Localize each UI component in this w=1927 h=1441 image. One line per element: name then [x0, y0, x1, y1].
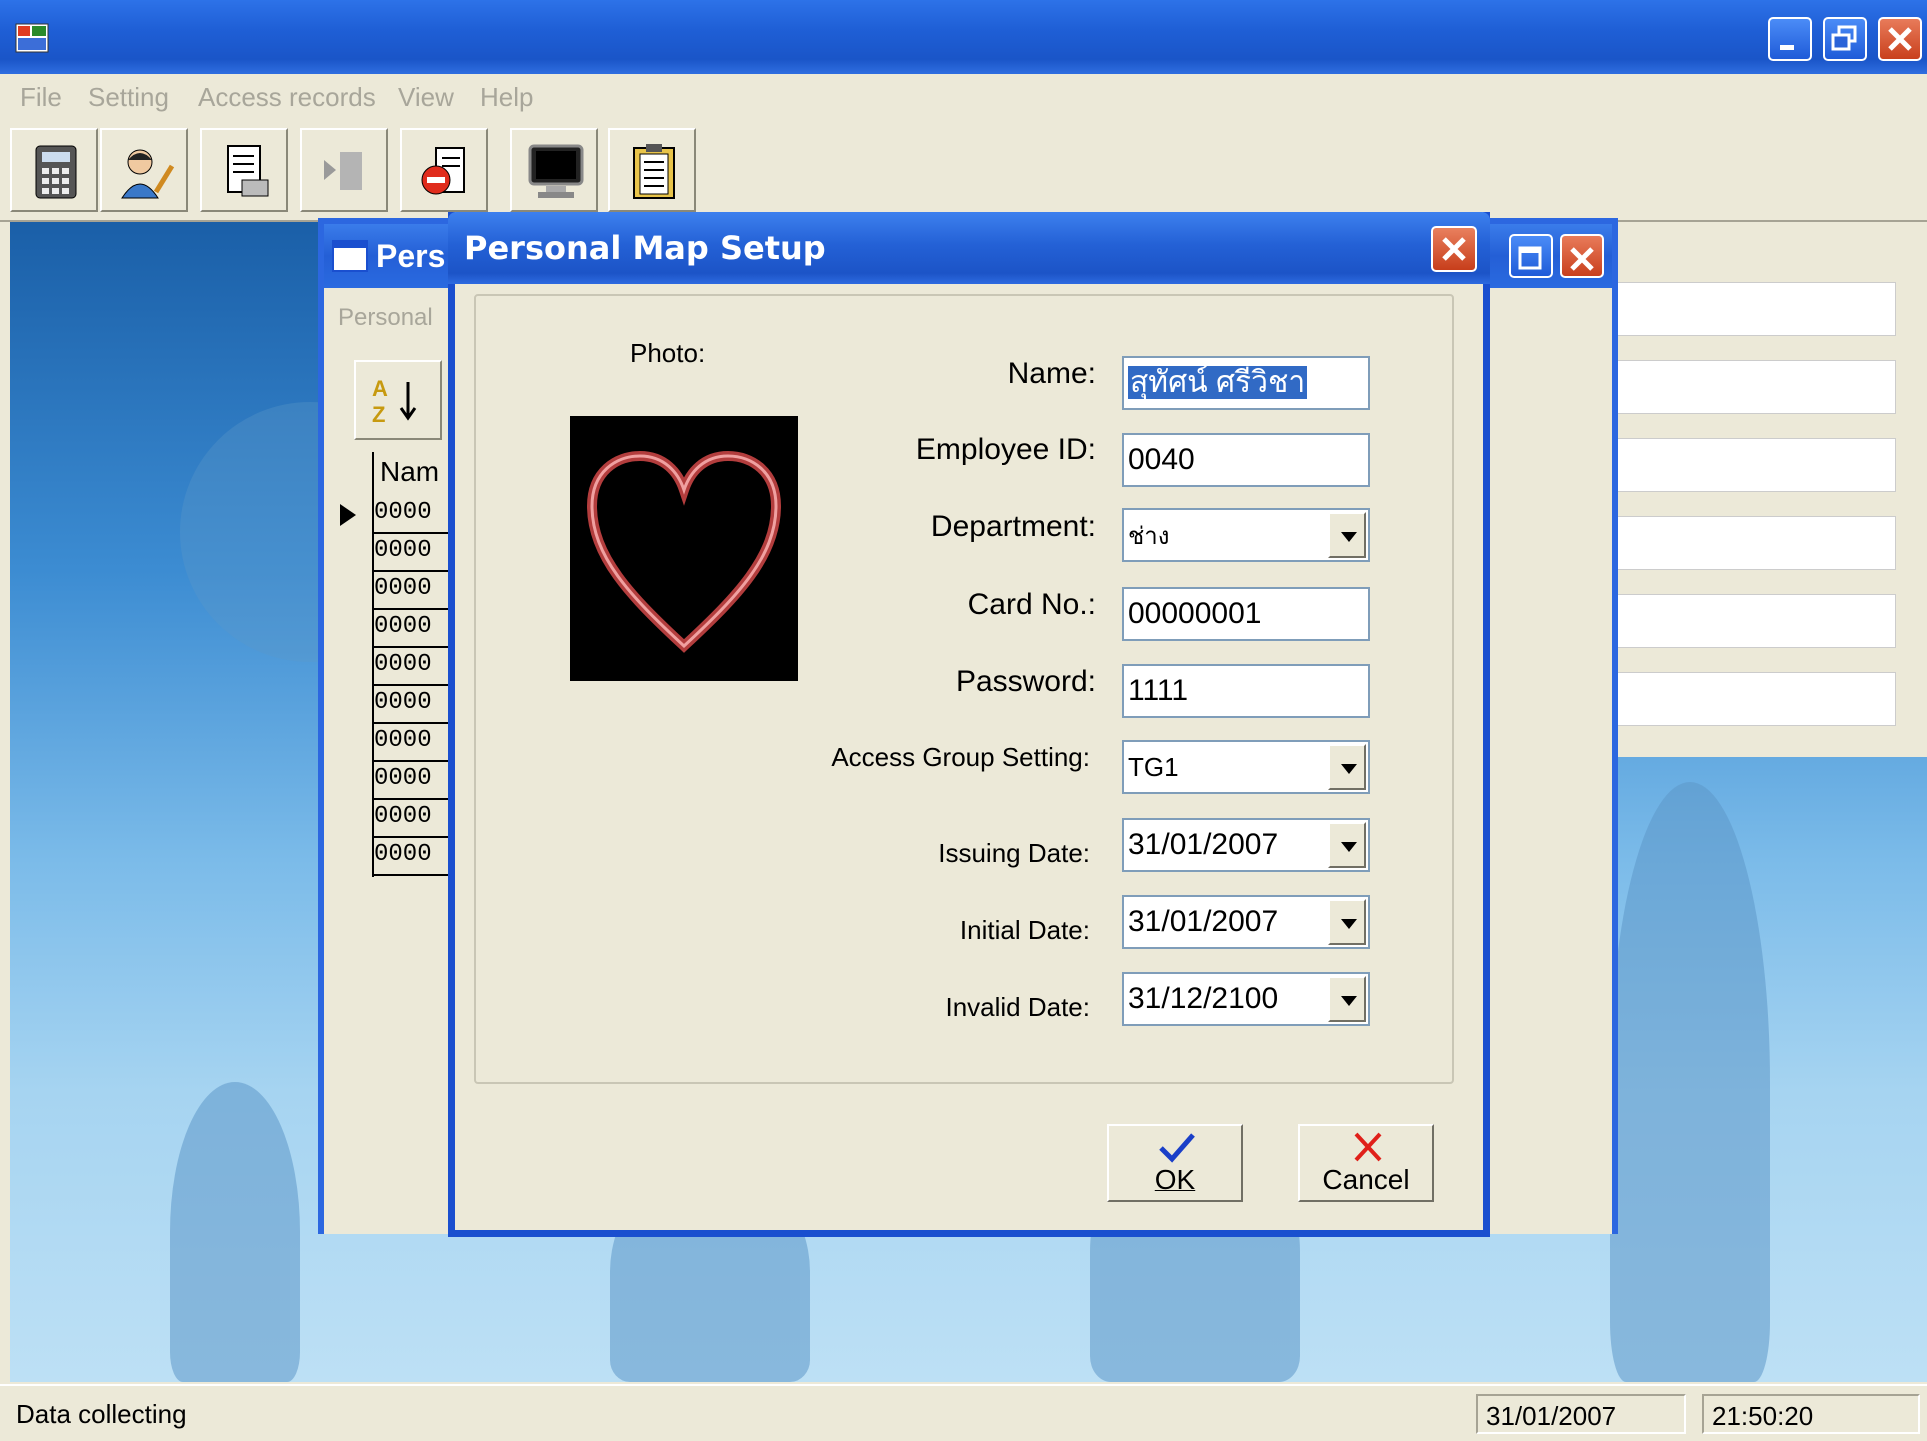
status-time: 21:50:20 — [1702, 1394, 1920, 1434]
name-field[interactable]: สุทัศน์ ศรีวิชา — [1122, 356, 1370, 410]
photo-label: Photo: — [630, 338, 706, 368]
grid-rows: 0000 0000 0000 0000 0000 0000 0000 0000 … — [374, 494, 494, 876]
toolbar-device-button[interactable] — [10, 128, 98, 212]
wallpaper-figure — [170, 1082, 300, 1382]
menu-bar: File Setting Access records View Help — [0, 74, 1927, 120]
close-icon — [1570, 247, 1594, 271]
toolbar-report-button[interactable] — [200, 128, 288, 212]
right-field[interactable] — [1614, 516, 1896, 570]
maximize-button[interactable] — [1509, 234, 1553, 278]
access-group-value: TG1 — [1128, 752, 1179, 782]
cancel-button[interactable]: Cancel — [1298, 1124, 1434, 1202]
personal-tab-label[interactable]: Personal — [338, 304, 433, 332]
invalid-date-picker[interactable]: 31/12/2100 — [1122, 972, 1370, 1026]
chevron-down-icon[interactable] — [1328, 976, 1366, 1022]
user-edit-icon — [121, 149, 175, 199]
employee-id-field[interactable]: 0040 — [1122, 433, 1370, 487]
password-field[interactable]: 1111 — [1122, 664, 1370, 718]
maximize-icon — [1518, 246, 1542, 270]
menu-setting[interactable]: Setting — [88, 74, 169, 120]
access-group-select[interactable]: TG1 — [1122, 740, 1370, 794]
personal-close-button[interactable] — [1560, 234, 1604, 278]
right-field[interactable] — [1614, 360, 1896, 414]
stop-icon — [421, 147, 465, 195]
initial-date-label: Initial Date: — [959, 915, 1090, 945]
minimize-button[interactable] — [1768, 17, 1812, 61]
access-group-label: Access Group Setting: — [831, 742, 1090, 772]
initial-date-value: 31/01/2007 — [1128, 905, 1279, 938]
heart-icon — [586, 450, 782, 653]
ok-button[interactable]: OK — [1107, 1124, 1243, 1202]
name-value: สุทัศน์ ศรีวิชา — [1128, 366, 1308, 399]
monitor-icon — [528, 144, 584, 198]
toolbar-personal-button[interactable] — [100, 128, 188, 212]
window-icon — [332, 240, 368, 272]
app-title-bar[interactable] — [0, 0, 1927, 74]
cancel-x-icon — [1354, 1132, 1382, 1162]
svg-text:Z: Z — [372, 402, 385, 427]
invalid-date-label: Invalid Date: — [945, 992, 1090, 1022]
grid-header-name[interactable]: Nam — [380, 456, 439, 488]
issuing-date-picker[interactable]: 31/01/2007 — [1122, 818, 1370, 872]
department-value: ช่าง — [1128, 523, 1170, 550]
dialog-close-button[interactable] — [1431, 226, 1477, 272]
clipboard-icon — [633, 144, 675, 199]
toolbar-monitor-button[interactable] — [510, 128, 598, 212]
issuing-date-label: Issuing Date: — [938, 838, 1090, 868]
chevron-down-icon[interactable] — [1328, 512, 1366, 558]
restore-button[interactable] — [1823, 17, 1867, 61]
chevron-down-icon[interactable] — [1328, 744, 1366, 790]
close-button[interactable] — [1878, 17, 1922, 61]
card-no-field[interactable]: 00000001 — [1122, 587, 1370, 641]
ok-label: OK — [1154, 1164, 1196, 1195]
chevron-down-icon[interactable] — [1328, 899, 1366, 945]
name-label: Name: — [1007, 357, 1096, 390]
menu-view[interactable]: View — [398, 74, 454, 120]
dialog-title-bar[interactable]: Personal Map Setup — [448, 212, 1490, 284]
wallpaper-figure — [1610, 782, 1770, 1382]
restore-icon — [1831, 25, 1857, 51]
employee-id-label: Employee ID: — [915, 433, 1096, 466]
menu-file[interactable]: File — [20, 74, 62, 120]
right-field[interactable] — [1614, 594, 1896, 648]
svg-text:A: A — [372, 376, 388, 401]
row-pointer-icon — [340, 504, 356, 526]
check-icon — [1159, 1133, 1195, 1163]
personal-window-title: Pers — [376, 238, 446, 274]
department-label: Department: — [930, 510, 1096, 543]
menu-help[interactable]: Help — [480, 74, 533, 120]
right-field[interactable] — [1614, 438, 1896, 492]
right-field[interactable] — [1614, 282, 1896, 336]
close-icon — [1888, 27, 1912, 51]
toolbar — [0, 120, 1927, 222]
dialog-title: Personal Map Setup — [464, 229, 826, 267]
card-no-label: Card No.: — [967, 588, 1096, 621]
toolbar-stop-button[interactable] — [400, 128, 488, 212]
document-icon — [227, 145, 269, 197]
password-label: Password: — [955, 665, 1096, 698]
department-select[interactable]: ช่าง — [1122, 508, 1370, 562]
minimize-icon — [1780, 45, 1794, 50]
calculator-icon — [35, 145, 77, 199]
play-icon — [324, 152, 362, 190]
initial-date-picker[interactable]: 31/01/2007 — [1122, 895, 1370, 949]
cancel-label: Cancel — [1322, 1164, 1410, 1195]
close-icon — [1442, 237, 1466, 261]
toolbar-records-button[interactable] — [608, 128, 696, 212]
status-date: 31/01/2007 — [1476, 1394, 1686, 1434]
photo-frame[interactable] — [570, 416, 798, 681]
right-field[interactable] — [1614, 672, 1896, 726]
status-message: Data collecting — [16, 1399, 187, 1429]
sort-az-icon: A Z — [372, 376, 417, 427]
chevron-down-icon[interactable] — [1328, 822, 1366, 868]
invalid-date-value: 31/12/2100 — [1128, 982, 1279, 1015]
toolbar-run-button[interactable] — [300, 128, 388, 212]
menu-access-records[interactable]: Access records — [198, 74, 376, 120]
status-bar: Data collecting 31/01/2007 21:50:20 — [0, 1384, 1927, 1441]
issuing-date-value: 31/01/2007 — [1128, 828, 1279, 861]
app-icon[interactable] — [14, 20, 50, 56]
sort-az-button[interactable]: A Z — [354, 360, 442, 440]
